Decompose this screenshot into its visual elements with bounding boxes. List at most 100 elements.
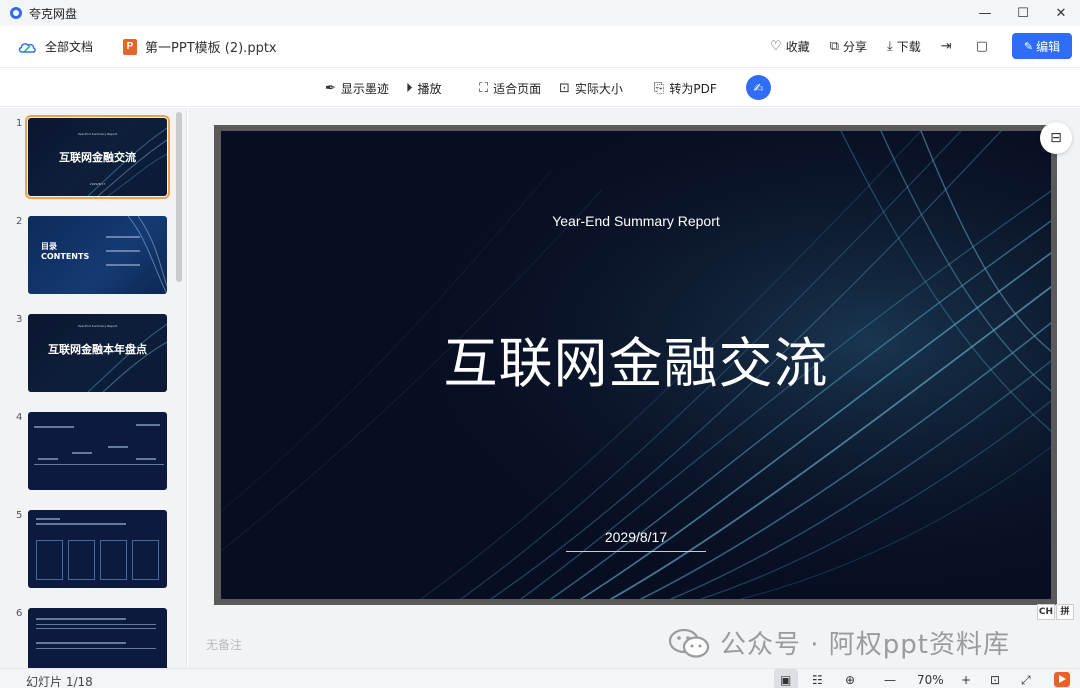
viewer-toolbar: ✒ 显示墨迹 ⏵ 播放 ⛶ 适合页面 ⊡ 实际大小 ⎘ 转为PDF ✍ — [0, 69, 1080, 107]
thumbnail-subtitle-mark: Year-End Summary Report — [77, 324, 118, 328]
fit-page-label: 适合页面 — [493, 82, 542, 96]
thumbnail-number: 2 — [16, 216, 23, 227]
outline-icon[interactable]: ⊟ — [1040, 122, 1072, 154]
slide-sorter-icon[interactable]: ☷ — [812, 673, 823, 687]
thumbnail-text-line — [106, 264, 140, 266]
slide-counter: 幻灯片 1/18 — [26, 675, 93, 688]
web-view-icon[interactable]: ⊕ — [845, 673, 855, 687]
thumbnail-scrollbar[interactable] — [176, 112, 182, 282]
actual-size-button[interactable]: ⊡ 实际大小 — [559, 80, 623, 97]
to-pdf-label: 转为PDF — [669, 82, 717, 96]
annotate-icon[interactable]: ✍ — [746, 75, 771, 100]
thumbnail-text-line — [36, 523, 126, 525]
thumbnail-text-line — [136, 458, 156, 460]
slide-viewer: Year-End Summary Report 互联网金融交流 2029/8/1… — [188, 108, 1080, 668]
pdf-icon: ⎘ — [654, 81, 665, 96]
play-icon: ⏵ — [406, 81, 413, 96]
slide-title: 互联网金融交流 — [443, 332, 829, 395]
watermark: 公众号 · 阿权ppt资料库 — [668, 624, 1010, 661]
thumbnail-card[interactable]: Year-End Summary Report 互联网金融本年盘点 — [28, 314, 167, 392]
actual-size-icon: ⊡ — [559, 81, 570, 96]
normal-view-icon[interactable]: ▣ — [780, 673, 791, 687]
notes-placeholder[interactable]: 无备注 — [206, 636, 242, 653]
thumbnail-text-line — [38, 458, 58, 460]
thumbnail-card[interactable]: 目录 CONTENTS — [28, 216, 167, 294]
thumbnail-title: 互联网金融交流 — [59, 151, 136, 164]
slideshow-play-icon[interactable] — [1054, 672, 1070, 687]
slide-thumbnail-panel: 1 Year-End Summary Report 互联网金融交流 2029/8… — [0, 108, 187, 668]
slide-date-underline — [566, 551, 706, 552]
thumbnail-text-line — [36, 618, 126, 620]
show-ink-label: 显示墨迹 — [340, 82, 389, 96]
play-label: 播放 — [417, 82, 442, 96]
thumbnail-box — [100, 540, 127, 580]
thumbnail-subtitle-mark: Year-End Summary Report — [77, 132, 118, 136]
ime-mode: 拼 — [1056, 604, 1074, 620]
to-pdf-button[interactable]: ⎘ 转为PDF — [654, 80, 717, 97]
thumbnail-title-line: CONTENTS — [41, 252, 90, 261]
download-label: 下载 — [896, 39, 921, 54]
thumbnail-text-line — [72, 452, 92, 454]
zoom-out-button[interactable]: — — [884, 673, 896, 687]
thumbnail-box — [68, 540, 95, 580]
thumbnail-number: 4 — [16, 412, 23, 423]
thumbnail-number: 5 — [16, 510, 23, 521]
play-button[interactable]: ⏵ 播放 — [406, 80, 442, 97]
thumbnail-number: 6 — [16, 608, 23, 619]
thumbnail-number: 3 — [16, 314, 23, 325]
slide-frame: Year-End Summary Report 互联网金融交流 2029/8/1… — [214, 125, 1057, 605]
watermark-text: 公众号 · 阿权ppt资料库 — [720, 630, 1010, 660]
fit-page-button[interactable]: ⛶ 适合页面 — [479, 80, 541, 97]
minimize-button[interactable]: — — [966, 0, 1004, 26]
thumbnail-number: 1 — [16, 118, 23, 129]
file-name: 第一PPT模板 (2).pptx — [145, 41, 277, 56]
pencil-icon: ✎ — [1023, 39, 1034, 53]
app-title: 夸克网盘 — [29, 6, 78, 21]
thumbnail-text-line — [106, 250, 140, 252]
actual-size-label: 实际大小 — [574, 82, 623, 96]
thumbnail-title-line: 目录 — [41, 242, 57, 251]
document-header: 全部文档 P 第一PPT模板 (2).pptx ♡ 收藏 ⧉ 分享 ⤓ 下载 ⇥… — [0, 26, 1080, 68]
all-docs-link[interactable]: 全部文档 — [45, 38, 93, 55]
thumbnail-text-line — [36, 628, 156, 629]
fit-window-icon[interactable]: ⊡ — [990, 673, 1000, 687]
thumbnail-divider — [34, 464, 164, 465]
download-icon: ⤓ — [887, 38, 893, 54]
thumbnail-box — [132, 540, 159, 580]
window-controls: — ☐ ✕ — [966, 0, 1080, 26]
thumbnail-card[interactable] — [28, 510, 167, 588]
thumbnail-text-line — [34, 426, 74, 428]
thumbnail-card[interactable] — [28, 412, 167, 490]
slide-date: 2029/8/17 — [604, 529, 668, 545]
fullscreen-icon[interactable]: ⤢ — [1021, 673, 1031, 688]
cloud-icon — [18, 42, 36, 53]
open-external-icon[interactable]: ⇥ — [941, 39, 952, 54]
share-icon: ⧉ — [829, 38, 840, 54]
thumbnail-title: 目录 CONTENTS — [41, 242, 89, 262]
zoom-in-button[interactable]: + — [961, 673, 971, 687]
app-logo-icon — [10, 7, 22, 19]
thumbnail-text-line — [108, 446, 128, 448]
ppt-file-icon: P — [123, 38, 138, 55]
thumbnail-text-line — [36, 518, 60, 520]
comment-icon[interactable]: ▢ — [976, 39, 988, 54]
favorite-button[interactable]: ♡ 收藏 — [770, 38, 810, 55]
thumbnail-box — [36, 540, 63, 580]
share-button[interactable]: ⧉ 分享 — [830, 38, 867, 55]
thumbnail-card[interactable] — [28, 608, 167, 668]
thumbnail-card[interactable]: Year-End Summary Report 互联网金融交流 2029/8/1… — [25, 115, 170, 199]
thumbnail-text-line — [136, 424, 160, 426]
status-bar: 幻灯片 1/18 ▣ ☷ ⊕ — 70% + ⊡ ⤢ — [0, 668, 1080, 688]
thumbnail-text-line — [106, 236, 140, 238]
maximize-button[interactable]: ☐ — [1004, 0, 1042, 26]
ime-lang: CH — [1037, 604, 1055, 620]
thumbnail-text-line — [36, 648, 156, 649]
download-button[interactable]: ⤓ 下载 — [887, 38, 921, 55]
heart-icon: ♡ — [770, 38, 782, 54]
thumbnail-date-mark: 2029/8/17 — [89, 182, 106, 186]
edit-button[interactable]: ✎ 编辑 — [1012, 33, 1072, 59]
ime-indicator: CH 拼 — [1036, 604, 1074, 620]
close-button[interactable]: ✕ — [1042, 0, 1080, 26]
zoom-level[interactable]: 70% — [917, 673, 944, 687]
show-ink-button[interactable]: ✒ 显示墨迹 — [325, 80, 389, 97]
